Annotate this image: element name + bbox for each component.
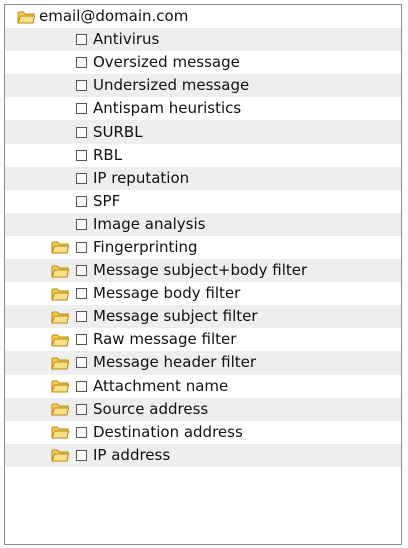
tree-item-label: SPF — [93, 191, 121, 210]
item-checkbox[interactable] — [76, 34, 87, 46]
tree-item[interactable]: RBL — [5, 144, 401, 167]
tree-item[interactable]: SURBL — [5, 120, 401, 144]
tree-item[interactable]: Antivirus — [5, 28, 401, 52]
folder-icon — [50, 378, 70, 394]
tree-item[interactable]: Message body filter — [5, 282, 401, 305]
item-checkbox[interactable] — [76, 449, 87, 461]
item-checkbox[interactable] — [76, 172, 87, 184]
tree-item-label: Attachment name — [93, 376, 229, 395]
item-checkbox[interactable] — [76, 311, 87, 323]
tree-item[interactable]: IP reputation — [5, 166, 401, 190]
folder-spacer — [50, 193, 70, 209]
tree-item[interactable]: Antispam heuristics — [5, 97, 401, 120]
folder-spacer — [50, 78, 70, 94]
tree-item[interactable]: Undersized message — [5, 74, 401, 98]
item-checkbox[interactable] — [76, 288, 87, 300]
folder-spacer — [50, 101, 70, 117]
item-checkbox[interactable] — [76, 403, 87, 415]
folder-spacer — [50, 32, 70, 48]
tree-item[interactable]: Message subject filter — [5, 305, 401, 329]
tree-item[interactable]: Attachment name — [5, 375, 401, 398]
tree-item-label: Antivirus — [93, 30, 160, 49]
folder-icon — [50, 286, 70, 302]
item-checkbox[interactable] — [76, 103, 87, 115]
tree-item-label: Destination address — [93, 422, 243, 441]
item-checkbox[interactable] — [76, 195, 87, 207]
tree-item[interactable]: SPF — [5, 190, 401, 213]
folder-icon — [50, 309, 70, 325]
folder-icon — [50, 447, 70, 463]
tree-item-label: Antispam heuristics — [93, 99, 242, 118]
tree-item-label: Message subject filter — [93, 307, 258, 326]
folder-spacer — [50, 147, 70, 163]
tree-item-label: Fingerprinting — [93, 237, 198, 256]
tree-root[interactable]: email@domain.com — [5, 5, 401, 28]
tree-item-label: Oversized message — [93, 53, 240, 72]
item-checkbox[interactable] — [76, 149, 87, 161]
tree-item-label: Message header filter — [93, 353, 257, 372]
tree-item-label: Source address — [93, 399, 209, 418]
tree-item-label: RBL — [93, 145, 123, 164]
folder-icon — [50, 355, 70, 371]
tree-item[interactable]: Raw message filter — [5, 328, 401, 351]
folder-spacer — [50, 216, 70, 232]
tree-item[interactable]: Oversized message — [5, 51, 401, 74]
folder-icon — [50, 263, 70, 279]
item-checkbox[interactable] — [76, 126, 87, 138]
item-checkbox[interactable] — [76, 426, 87, 438]
item-checkbox[interactable] — [76, 218, 87, 230]
folder-spacer — [50, 170, 70, 186]
tree-item-label: Raw message filter — [93, 330, 237, 349]
tree-item[interactable]: Source address — [5, 397, 401, 421]
tree-item-label: IP reputation — [93, 168, 190, 187]
tree-root-label: email@domain.com — [39, 7, 189, 26]
item-checkbox[interactable] — [76, 265, 87, 277]
folder-icon — [50, 332, 70, 348]
tree-item[interactable]: Image analysis — [5, 212, 401, 236]
tree-item[interactable]: IP address — [5, 443, 401, 467]
tree-item[interactable]: Message subject+body filter — [5, 259, 401, 283]
tree-item[interactable]: Destination address — [5, 421, 401, 444]
item-checkbox[interactable] — [76, 80, 87, 92]
tree-item-label: Image analysis — [93, 214, 206, 233]
folder-spacer — [50, 55, 70, 71]
tree-item-label: Message body filter — [93, 284, 241, 303]
tree-item-label: SURBL — [93, 122, 143, 141]
item-checkbox[interactable] — [76, 241, 87, 253]
folder-icon — [50, 239, 70, 255]
tree-item-label: Message subject+body filter — [93, 261, 308, 280]
item-checkbox[interactable] — [76, 380, 87, 392]
tree-item-label: IP address — [93, 445, 171, 464]
folder-icon — [16, 9, 36, 25]
tree-children: Antivirus Oversized message Undersized mes… — [5, 28, 401, 467]
tree-item[interactable]: Fingerprinting — [5, 236, 401, 259]
folder-icon — [50, 424, 70, 440]
item-checkbox[interactable] — [76, 357, 87, 369]
item-checkbox[interactable] — [76, 57, 87, 69]
folder-spacer — [50, 124, 70, 140]
folder-icon — [50, 401, 70, 417]
tree-panel: email@domain.com Antivirus Oversized mess… — [4, 4, 402, 545]
tree-item[interactable]: Message header filter — [5, 351, 401, 375]
tree-item-label: Undersized message — [93, 76, 250, 95]
item-checkbox[interactable] — [76, 334, 87, 346]
